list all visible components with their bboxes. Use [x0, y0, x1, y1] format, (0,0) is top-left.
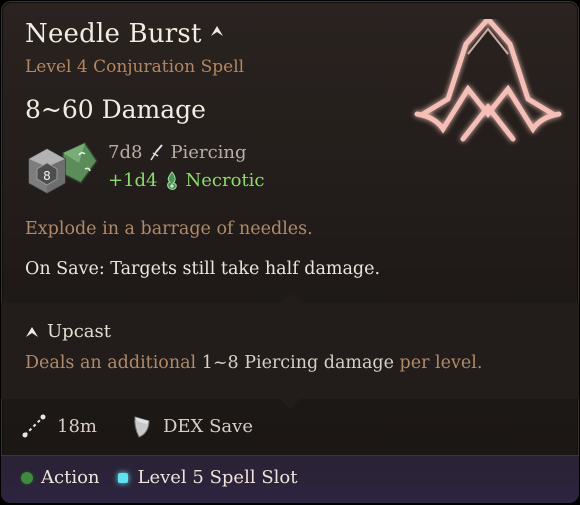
save-type: DEX Save: [162, 415, 253, 437]
upcast-chevron-icon: [26, 326, 38, 337]
upcast-label: Upcast: [47, 321, 111, 342]
damage-line-piercing: 7d8 Piercing: [108, 142, 247, 163]
range-value: 18m: [57, 415, 97, 437]
upcast-chevron-icon: [210, 26, 223, 36]
piercing-icon: [150, 143, 164, 160]
spell-description: Explode in a barrage of needles.: [25, 219, 313, 239]
upcast-suffix: per level.: [399, 353, 483, 373]
shield-save-icon: [134, 416, 150, 438]
spell-tooltip: Needle Burst Level 4 Conjuration Spell 8…: [1, 1, 579, 503]
upcast-value: 1~8 Piercing damage: [201, 353, 394, 373]
damage-type: Necrotic: [185, 170, 265, 191]
upcast-prefix: Deals an additional: [25, 353, 197, 373]
spell-title: Needle Burst: [25, 19, 202, 49]
dice-icon: 8: [28, 142, 98, 194]
action-cost: Action: [41, 467, 100, 488]
cost-row: Action Level 5 Spell Slot: [21, 467, 297, 488]
range-icon: [22, 414, 46, 438]
on-save-text: On Save: Targets still take half damage.: [25, 259, 381, 279]
die-face-label: 8: [43, 169, 51, 183]
spell-slot-cost: Level 5 Spell Slot: [137, 467, 298, 488]
necrotic-icon: [166, 170, 177, 190]
upcast-panel: [1, 303, 579, 399]
upcast-description: Deals an additional 1~8 Piercing damage …: [25, 353, 482, 373]
stats-row: 18m DEX Save: [21, 413, 253, 439]
damage-range: 8~60 Damage: [25, 95, 206, 124]
damage-dice: 7d8: [108, 142, 143, 163]
damage-dice: +1d4: [108, 170, 158, 191]
damage-line-necrotic: +1d4 Necrotic: [108, 170, 265, 191]
spell-emblem-icon: [414, 19, 562, 142]
spell-slot-icon: [117, 472, 128, 483]
upcast-header: Upcast: [25, 321, 111, 342]
damage-type: Piercing: [170, 142, 247, 163]
spell-subtitle: Level 4 Conjuration Spell: [25, 57, 245, 77]
title-row: Needle Burst: [25, 19, 224, 49]
action-icon: [21, 471, 33, 484]
